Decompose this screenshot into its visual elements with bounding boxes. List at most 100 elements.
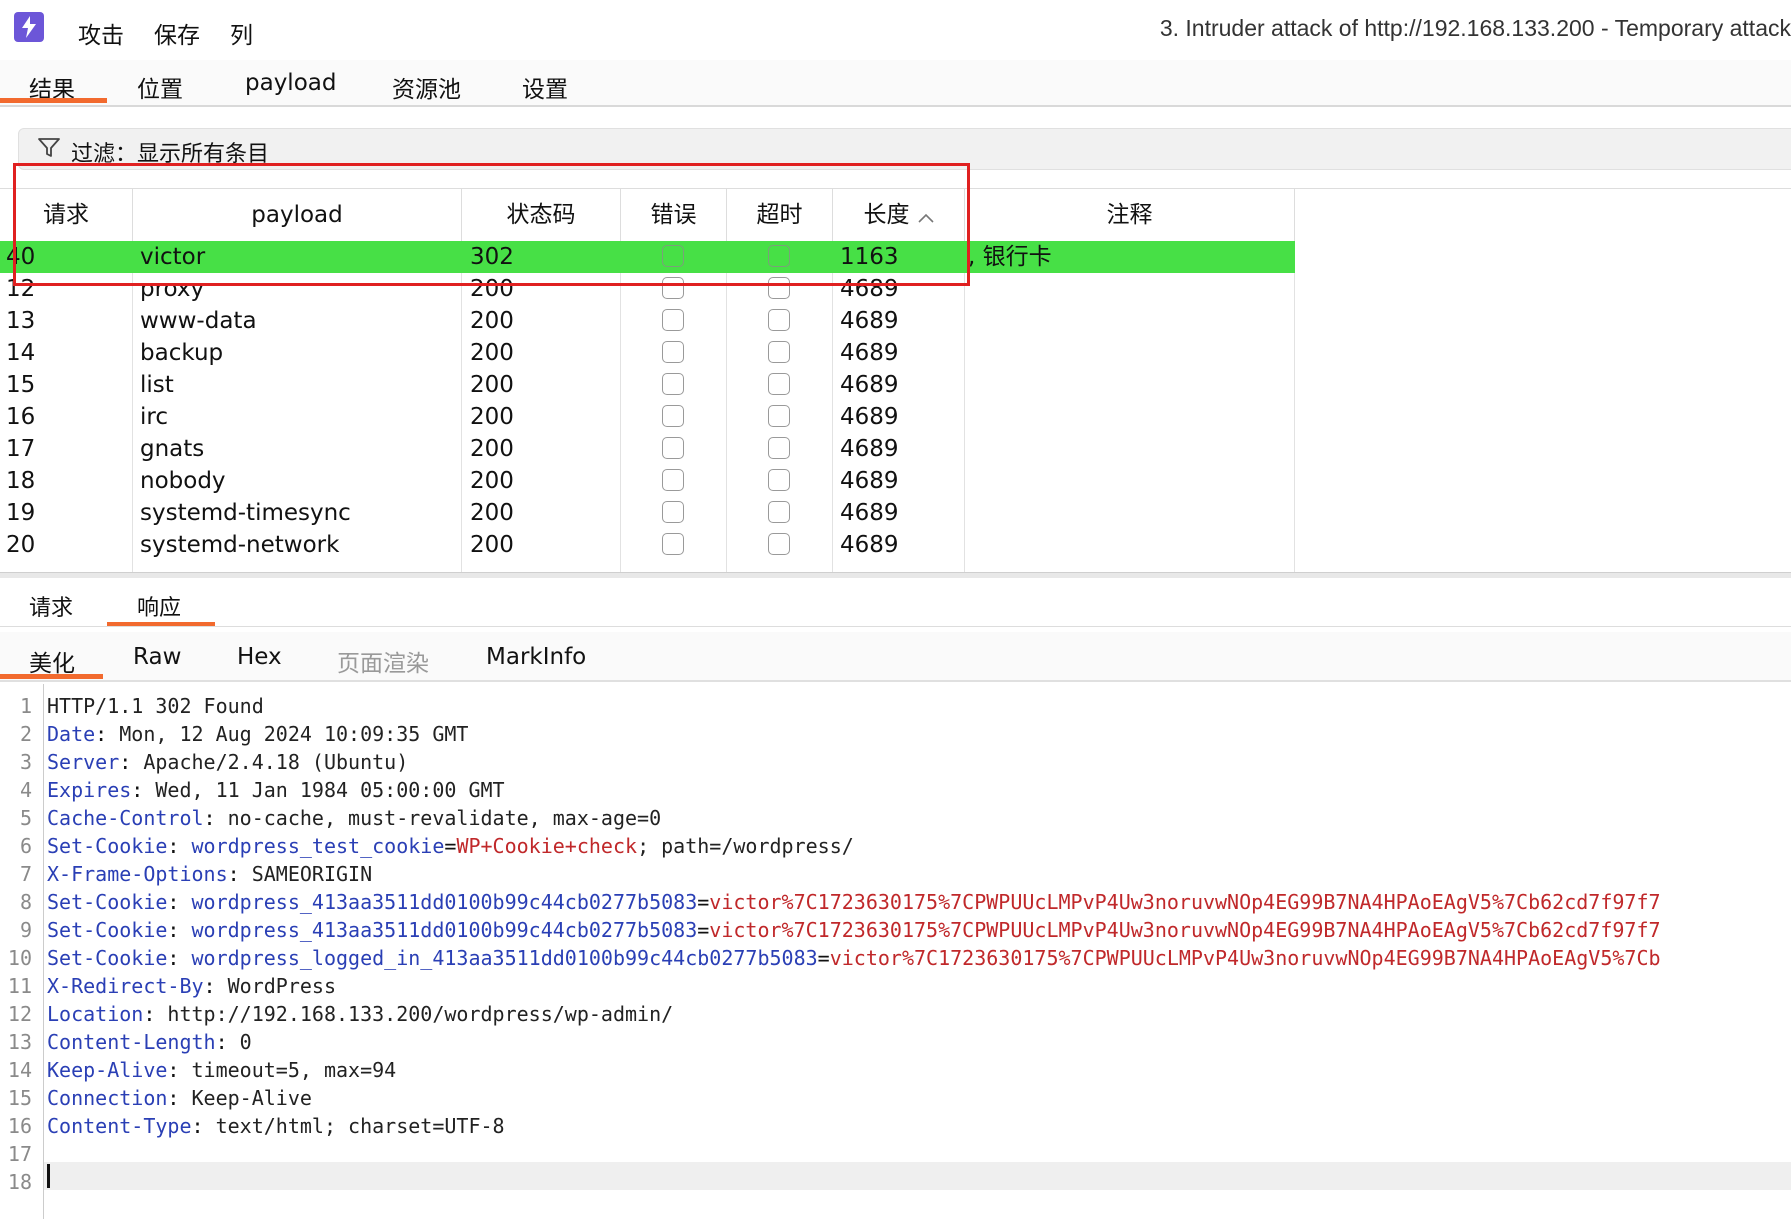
menu-columns[interactable]: 列 [230, 16, 253, 50]
results-table: 请求 payload 状态码 错误 超时 长度 注释 40 victor 302 11… [0, 188, 1791, 573]
error-checkbox [662, 245, 684, 267]
cell-request: 16 [6, 404, 36, 430]
tab-response[interactable]: 响应 [137, 590, 181, 622]
table-row[interactable]: 19 systemd-timesync 200 4689 [0, 497, 1295, 529]
cell-status: 200 [470, 436, 514, 462]
tab-positions[interactable]: 位置 [137, 70, 183, 104]
tab-request[interactable]: 请求 [29, 590, 73, 622]
cell-length: 4689 [840, 308, 899, 334]
timeout-checkbox [768, 309, 790, 331]
tab-markinfo[interactable]: MarkInfo [486, 644, 586, 670]
line-number: 8 [19, 890, 32, 914]
error-checkbox [662, 469, 684, 491]
line-number: 3 [19, 750, 32, 774]
line-number: 7 [19, 862, 32, 886]
filter-bar[interactable]: 过滤：显示所有条目 [18, 128, 1791, 170]
code-line: 17 [0, 1140, 1791, 1168]
filter-icon [37, 137, 61, 163]
header-name: Server [47, 750, 120, 774]
filter-text: 过滤：显示所有条目 [71, 142, 270, 167]
cell-comment [968, 529, 1288, 561]
col-header-request[interactable]: 请求 [0, 189, 133, 241]
tab-settings[interactable]: 设置 [522, 70, 568, 104]
header-name: X-Frame-Options [47, 862, 228, 886]
table-row[interactable]: 14 backup 200 4689 [0, 337, 1295, 369]
cell-comment [968, 305, 1288, 337]
header-value: no-cache, must-revalidate, max-age=0 [227, 806, 662, 830]
col-header-length[interactable]: 长度 [833, 189, 965, 241]
title-bar: 攻击 保存 列 3. Intruder attack of http://192… [0, 0, 1791, 56]
header-value: Keep-Alive [191, 1086, 312, 1110]
header-name: Content-Type [47, 1114, 192, 1138]
tab-render[interactable]: 页面渲染 [337, 644, 429, 678]
table-row[interactable]: 12 proxy 200 4689 [0, 273, 1295, 305]
pane-splitter[interactable] [0, 572, 1791, 578]
cell-length: 4689 [840, 276, 899, 302]
tab-hex[interactable]: Hex [237, 644, 282, 670]
cell-request: 12 [6, 276, 36, 302]
header-name: Set-Cookie [47, 890, 168, 914]
error-checkbox [662, 501, 684, 523]
table-row[interactable]: 15 list 200 4689 [0, 369, 1295, 401]
header-value: Apache/2.4.18 (Ubuntu) [143, 750, 409, 774]
error-checkbox [662, 533, 684, 555]
cell-payload: www-data [140, 308, 257, 334]
cell-length: 4689 [840, 532, 899, 558]
burp-logo-icon [14, 12, 44, 42]
col-header-comment[interactable]: 注释 [965, 189, 1295, 241]
table-row[interactable]: 16 irc 200 4689 [0, 401, 1295, 433]
cell-status: 302 [470, 244, 514, 270]
tab-pretty[interactable]: 美化 [29, 644, 75, 678]
code-line: 18 [0, 1168, 1791, 1196]
cell-comment [968, 497, 1288, 529]
cell-request: 20 [6, 532, 36, 558]
menu-save[interactable]: 保存 [154, 16, 200, 50]
code-line: 5 Cache-Control: no-cache, must-revalidat… [0, 804, 1791, 832]
cell-request: 14 [6, 340, 36, 366]
active-view-tab-indicator [0, 674, 103, 679]
line-number: 10 [7, 946, 32, 970]
cookie-value: victor%7C1723630175%7CPWPUUcLMPvP4Uw3nor… [829, 946, 1661, 970]
error-checkbox [662, 277, 684, 299]
cell-length: 4689 [840, 436, 899, 462]
col-header-error[interactable]: 错误 [621, 189, 727, 241]
timeout-checkbox [768, 533, 790, 555]
col-header-status[interactable]: 状态码 [462, 189, 621, 241]
cell-length: 4689 [840, 372, 899, 398]
line-number: 12 [7, 1002, 32, 1026]
header-value: timeout=5, max=94 [191, 1058, 397, 1082]
header-value: http://192.168.133.200/wordpress/wp-admi… [167, 1002, 674, 1026]
header-name: Keep-Alive [47, 1058, 168, 1082]
cell-payload: list [140, 372, 174, 398]
table-row[interactable]: 17 gnats 200 4689 [0, 433, 1295, 465]
table-row[interactable]: 40 victor 302 1163 , 银行卡 [0, 241, 1295, 273]
tab-payloads[interactable]: payload [245, 70, 336, 96]
col-header-timeout[interactable]: 超时 [727, 189, 833, 241]
cell-payload: nobody [140, 468, 226, 494]
cell-payload: systemd-timesync [140, 500, 351, 526]
header-value: 0 [239, 1030, 252, 1054]
table-row[interactable]: 20 systemd-network 200 4689 [0, 529, 1295, 561]
table-row[interactable]: 18 nobody 200 4689 [0, 465, 1295, 497]
header-value: Wed, 11 Jan 1984 05:00:00 GMT [155, 778, 505, 802]
tab-raw[interactable]: Raw [133, 644, 181, 670]
cell-length: 1163 [840, 244, 899, 270]
tab-resource-pool[interactable]: 资源池 [392, 70, 461, 104]
header-value: SAMEORIGIN [251, 862, 373, 886]
line-number: 16 [7, 1114, 32, 1138]
sort-ascending-icon [917, 190, 934, 242]
cell-request: 40 [6, 244, 36, 270]
table-header: 请求 payload 状态码 错误 超时 长度 注释 [0, 189, 1295, 242]
window-title: 3. Intruder attack of http://192.168.133… [1159, 15, 1791, 41]
cell-comment [968, 273, 1288, 305]
line-number: 6 [19, 834, 32, 858]
line-number: 9 [19, 918, 32, 942]
cookie-attributes: ; path=/wordpress/ [637, 834, 854, 858]
timeout-checkbox [768, 373, 790, 395]
cell-status: 200 [470, 404, 514, 430]
table-row[interactable]: 13 www-data 200 4689 [0, 305, 1295, 337]
cell-length: 4689 [840, 468, 899, 494]
col-header-payload[interactable]: payload [133, 189, 462, 241]
menu-attack[interactable]: 攻击 [78, 16, 124, 50]
response-editor[interactable]: 1 HTTP/1.1 302 Found 2 Date: Mon, 12 Aug 20… [0, 684, 1791, 1219]
